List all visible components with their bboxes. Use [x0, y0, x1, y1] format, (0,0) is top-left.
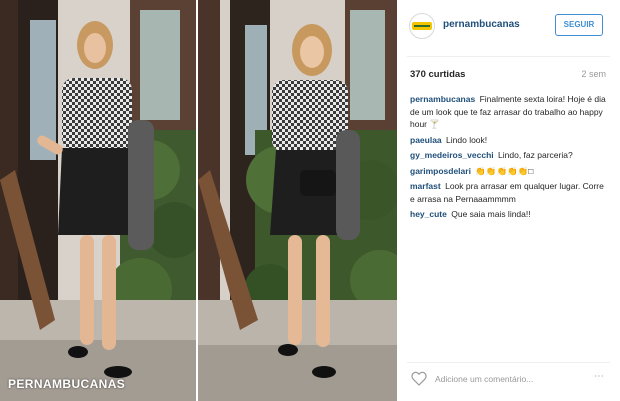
brand-logo-icon: [412, 22, 432, 30]
post-photo: PERNAMBUCANAS: [0, 0, 397, 401]
comment-item: hey_cute Que saia mais linda!!: [410, 208, 610, 221]
add-comment-input[interactable]: Adicione um comentário...: [435, 374, 533, 384]
comment-item: gy_medeiros_vecchi Lindo, faz parceria?: [410, 149, 610, 162]
comment-item: pernambucanas Finalmente sexta loira! Ho…: [410, 93, 610, 131]
comment-username[interactable]: pernambucanas: [410, 94, 475, 104]
post-username[interactable]: pernambucanas: [443, 19, 520, 30]
comment-text: Lindo look!: [446, 134, 488, 145]
comment-text: Que saia mais linda!!: [451, 209, 531, 219]
follow-button[interactable]: SEGUIR: [555, 14, 603, 36]
comment-item: marfast Look pra arrasar em qualquer lug…: [410, 180, 610, 205]
post-time: 2 sem: [581, 69, 606, 79]
comment-username[interactable]: hey_cute: [410, 209, 447, 219]
likes-count[interactable]: 370 curtidas: [410, 69, 465, 80]
comments-list: pernambucanas Finalmente sexta loira! Ho…: [410, 93, 610, 224]
header-divider: [407, 56, 610, 57]
post-footer: Adicione um comentário... ⋯: [397, 362, 620, 401]
post-details-panel: pernambucanas SEGUIR 370 curtidas 2 sem …: [397, 0, 620, 401]
comment-item: paeulaa Lindo look!: [410, 134, 610, 147]
photo-illustration: [0, 0, 397, 401]
comment-item: garimposdelari 👏👏👏👏👏□: [410, 165, 610, 178]
more-options-icon[interactable]: ⋯: [594, 371, 605, 382]
comment-username[interactable]: paeulaa: [410, 135, 442, 145]
heart-icon[interactable]: [411, 371, 427, 386]
comment-username[interactable]: gy_medeiros_vecchi: [410, 150, 494, 160]
comment-text: 👏👏👏👏👏□: [475, 165, 534, 176]
brand-watermark: PERNAMBUCANAS: [8, 377, 126, 391]
comment-username[interactable]: garimposdelari: [410, 166, 471, 176]
post-header: pernambucanas SEGUIR: [397, 0, 620, 56]
avatar[interactable]: [409, 13, 435, 39]
comment-username[interactable]: marfast: [410, 181, 441, 191]
comment-text: Lindo, faz parceria?: [498, 150, 573, 160]
